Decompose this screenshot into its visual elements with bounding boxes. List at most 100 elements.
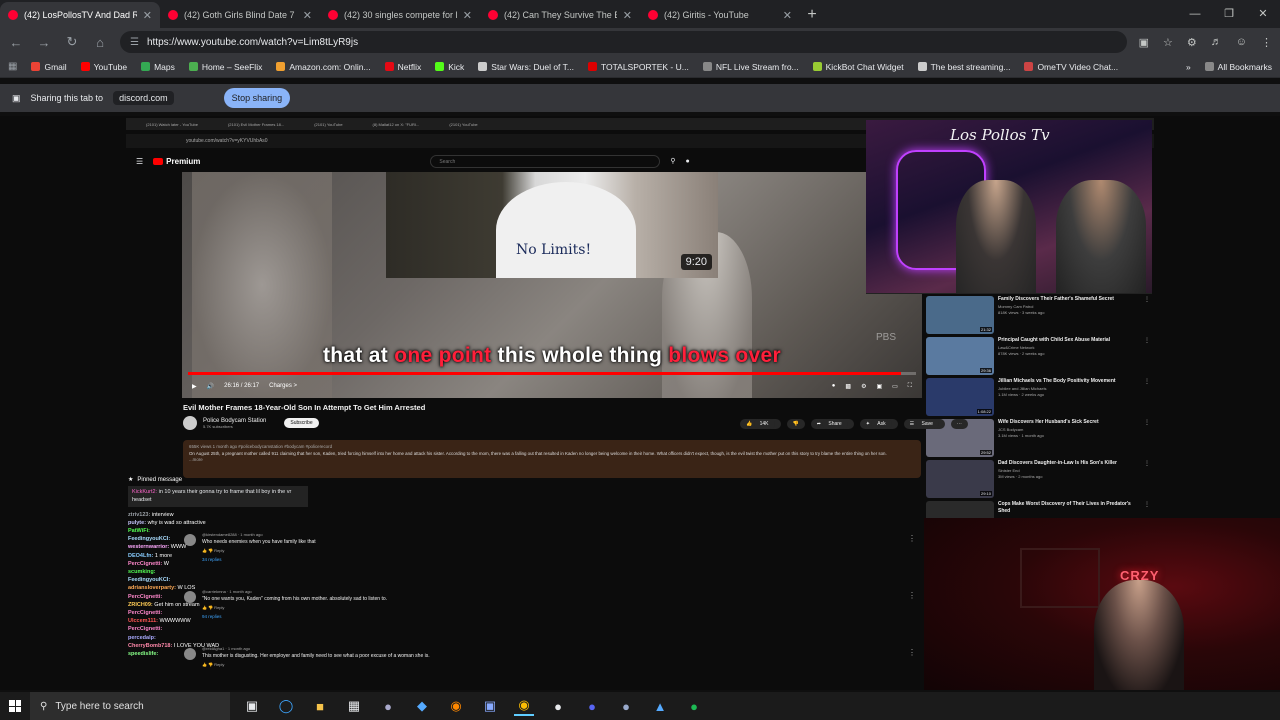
comment-more-icon[interactable]: ⋮ [908,591,916,600]
media-icon[interactable]: ♬ [1211,36,1222,49]
bookmark-item[interactable]: Home – SeeFlix [188,62,262,72]
site-info-icon[interactable]: ☰ [130,37,139,48]
discord-icon[interactable]: ● [582,696,602,716]
inner-tab[interactable]: (8) Mallat12 on X: "FURI... [373,122,420,127]
steam-icon[interactable]: ● [616,696,636,716]
install-icon[interactable]: ▣ [1139,36,1149,49]
reload-icon[interactable]: ↻ [64,34,80,50]
recommended-video[interactable]: 21:32 Family Discovers Their Father's Sha… [926,296,1150,337]
yt-search-input[interactable]: Search [430,154,661,168]
all-bookmarks[interactable]: All Bookmarks [1204,62,1272,72]
yt-search-icon[interactable]: ⚲ [670,157,675,165]
rec-thumbnail[interactable]: 1:08:22 [926,378,994,416]
inner-tab[interactable]: (2101) YouTube [449,122,477,127]
bookmark-item[interactable]: Star Wars: Duel of T... [478,62,574,72]
bookmark-item[interactable]: NFL Live Stream fro... [702,62,799,72]
browser-tab[interactable]: (42) Goth Girls Blind Date 7 Ni... ✕ [160,2,320,28]
settings-icon[interactable]: ⚙ [861,383,866,390]
app-icon-4[interactable]: ▲ [650,696,670,716]
rec-more-icon[interactable]: ⋮ [1144,419,1150,460]
firefox-icon[interactable]: ◉ [446,696,466,716]
channel-name[interactable]: Police Bodycam Station [203,418,266,424]
save-button[interactable]: ☰ Save [903,419,945,429]
browser-tab[interactable]: (42) 30 singles compete for lov... ✕ [320,2,480,28]
spotify-icon[interactable]: ● [684,696,704,716]
bookmark-item[interactable]: YouTube [80,62,127,72]
close-tab-icon[interactable]: ✕ [623,9,632,22]
edge-icon[interactable]: ◯ [276,696,296,716]
task-view-icon[interactable]: ▣ [242,696,262,716]
bookmark-item[interactable]: The best streaming... [917,62,1010,72]
recommended-video[interactable]: 1:08:22 Jillian Michaels vs The Body Posi… [926,378,1150,419]
bookmark-star-icon[interactable]: ☆ [1163,36,1173,49]
channel-avatar[interactable] [183,416,197,430]
app-icon-2[interactable]: ◆ [412,696,432,716]
inner-tab[interactable]: (2101) Watch later - YouTube [146,122,198,127]
restore-icon[interactable]: ❐ [1212,0,1246,28]
recommended-video[interactable]: 29:10 Dad Discovers Daughter-in-Law Is Hi… [926,460,1150,501]
close-tab-icon[interactable]: ✕ [783,9,792,22]
browser-tab[interactable]: (42) LosPollosTV And Dad R... ✕ [0,2,160,28]
apps-icon[interactable]: ▦ [8,61,17,72]
comment-more-icon[interactable]: ⋮ [908,534,916,543]
app-icon-3[interactable]: ▣ [480,696,500,716]
share-button[interactable]: ➦ Share [810,419,854,429]
rec-more-icon[interactable]: ⋮ [1144,337,1150,378]
rec-more-icon[interactable]: ⋮ [1144,460,1150,501]
youtube-logo[interactable]: Premium [153,157,200,166]
address-bar[interactable]: ☰ https://www.youtube.com/watch?v=Lim8tL… [120,31,1127,53]
video-description[interactable]: 655K views 1 month ago #policebodycamsta… [183,440,921,478]
yt-mic-icon[interactable]: ● [686,158,690,165]
autoplay-toggle[interactable]: ● [832,383,836,390]
forward-icon[interactable]: → [36,35,52,50]
browser-tab[interactable]: (42) Giritis - YouTube ✕ [640,2,800,28]
bookmark-item[interactable]: Maps [141,62,175,72]
extensions-icon[interactable]: ⚙ [1187,36,1197,49]
taskbar-search[interactable]: ⚲ Type here to search [30,692,230,720]
more-bookmarks-icon[interactable]: » [1186,62,1191,72]
yt-menu-icon[interactable]: ☰ [136,157,143,166]
back-icon[interactable]: ← [8,35,24,50]
close-tab-icon[interactable]: ✕ [303,9,312,22]
rec-thumbnail[interactable]: 29:10 [926,460,994,498]
bookmark-item[interactable]: Kick [435,62,464,72]
bookmark-item[interactable]: KickBot Chat Widget [812,62,904,72]
comment-actions[interactable]: 👍 👎 Reply [202,662,430,667]
rec-thumbnail[interactable]: 21:32 [926,296,994,334]
comment-more-icon[interactable]: ⋮ [908,648,916,657]
close-tab-icon[interactable]: ✕ [463,9,472,22]
description-more[interactable]: ...more [189,457,915,464]
theater-icon[interactable]: ▭ [892,383,898,390]
ask-button[interactable]: ✦ Ask [859,419,898,429]
video-player[interactable]: No Limits! 9:20 that at one point this w… [182,172,922,398]
app-icon-1[interactable]: ● [378,696,398,716]
file-explorer-icon[interactable]: ■ [310,696,330,716]
obs-icon[interactable]: ● [548,696,568,716]
subscribe-button[interactable]: Subscribe [284,418,319,428]
bookmark-item[interactable]: Netflix [384,62,421,72]
bookmark-item[interactable]: OmeTV Video Chat... [1024,62,1118,72]
subtitles-icon[interactable]: ▩ [845,383,851,390]
close-window-icon[interactable]: ✕ [1246,0,1280,28]
minimize-icon[interactable]: — [1178,0,1212,28]
miniplayer-icon[interactable]: ▣ [876,383,882,390]
profile-avatar[interactable]: ☺ [1236,36,1247,49]
bookmark-item[interactable]: Gmail [31,62,67,72]
chapter-label[interactable]: Charges > [269,383,297,389]
like-button[interactable]: 👍 14K [740,419,781,429]
stop-sharing-button[interactable]: Stop sharing [223,88,291,108]
play-icon[interactable]: ▶ [192,383,197,390]
menu-icon[interactable]: ⋮ [1261,36,1272,49]
rec-more-icon[interactable]: ⋮ [1144,378,1150,419]
bookmark-item[interactable]: TOTALSPORTEK - U... [587,62,689,72]
close-tab-icon[interactable]: ✕ [143,9,152,22]
rec-more-icon[interactable]: ⋮ [1144,296,1150,337]
fullscreen-icon[interactable]: ⛶ [908,383,912,390]
recommended-video[interactable]: 29:36 Principal Caught with Child Sex Abu… [926,337,1150,378]
calculator-icon[interactable]: ▦ [344,696,364,716]
chrome-icon[interactable]: ◉ [514,696,534,716]
progress-bar[interactable] [188,372,916,375]
more-actions-icon[interactable]: ⋯ [950,419,968,429]
inner-tab[interactable]: (2101) YouTube [314,122,342,127]
bookmark-item[interactable]: Amazon.com: Onlin... [276,62,371,72]
